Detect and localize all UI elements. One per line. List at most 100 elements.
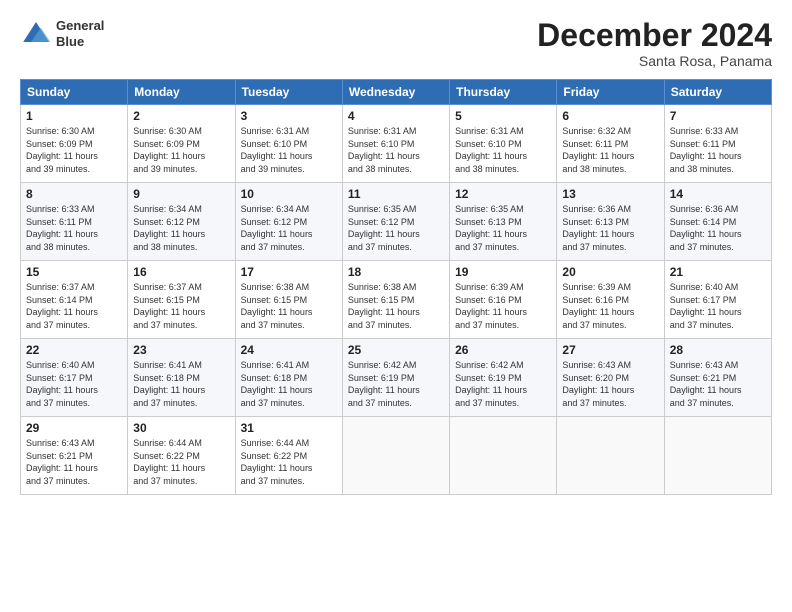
day-cell: 26 Sunrise: 6:42 AM Sunset: 6:19 PM Dayli…	[450, 339, 557, 417]
day-number: 5	[455, 109, 551, 123]
day-number: 28	[670, 343, 766, 357]
logo: General Blue	[20, 18, 104, 50]
day-number: 20	[562, 265, 658, 279]
day-number: 12	[455, 187, 551, 201]
day-info: Sunrise: 6:34 AM Sunset: 6:12 PM Dayligh…	[133, 203, 229, 253]
day-cell: 7 Sunrise: 6:33 AM Sunset: 6:11 PM Daylig…	[664, 105, 771, 183]
day-cell: 2Sunrise: 6:30 AM Sunset: 6:09 PM Daylig…	[128, 105, 235, 183]
day-cell	[450, 417, 557, 495]
logo-icon	[20, 18, 52, 50]
day-cell	[664, 417, 771, 495]
title-block: December 2024 Santa Rosa, Panama	[537, 18, 772, 69]
day-info: Sunrise: 6:41 AM Sunset: 6:18 PM Dayligh…	[241, 359, 337, 409]
day-number: 15	[26, 265, 122, 279]
day-number: 6	[562, 109, 658, 123]
day-cell: 1 Sunrise: 6:30 AM Sunset: 6:09 PM Daylig…	[21, 105, 128, 183]
dow-header-wednesday: Wednesday	[342, 80, 449, 105]
day-cell	[557, 417, 664, 495]
day-cell: 15 Sunrise: 6:37 AM Sunset: 6:14 PM Dayli…	[21, 261, 128, 339]
day-number: 9	[133, 187, 229, 201]
day-info: Sunrise: 6:30 AM Sunset: 6:09 PM Dayligh…	[26, 125, 122, 175]
day-info: Sunrise: 6:36 AM Sunset: 6:13 PM Dayligh…	[562, 203, 658, 253]
day-info: Sunrise: 6:37 AM Sunset: 6:14 PM Dayligh…	[26, 281, 122, 331]
day-info: Sunrise: 6:37 AM Sunset: 6:15 PM Dayligh…	[133, 281, 229, 331]
day-info: Sunrise: 6:42 AM Sunset: 6:19 PM Dayligh…	[348, 359, 444, 409]
day-of-week-row: SundayMondayTuesdayWednesdayThursdayFrid…	[21, 80, 772, 105]
day-cell: 20 Sunrise: 6:39 AM Sunset: 6:16 PM Dayli…	[557, 261, 664, 339]
dow-header-saturday: Saturday	[664, 80, 771, 105]
day-cell: 30 Sunrise: 6:44 AM Sunset: 6:22 PM Dayli…	[128, 417, 235, 495]
day-cell: 25 Sunrise: 6:42 AM Sunset: 6:19 PM Dayli…	[342, 339, 449, 417]
day-number: 30	[133, 421, 229, 435]
day-cell: 13 Sunrise: 6:36 AM Sunset: 6:13 PM Dayli…	[557, 183, 664, 261]
day-number: 19	[455, 265, 551, 279]
day-cell: 16Sunrise: 6:37 AM Sunset: 6:15 PM Dayli…	[128, 261, 235, 339]
calendar: SundayMondayTuesdayWednesdayThursdayFrid…	[20, 79, 772, 495]
week-row-4: 22 Sunrise: 6:40 AM Sunset: 6:17 PM Dayli…	[21, 339, 772, 417]
day-info: Sunrise: 6:38 AM Sunset: 6:15 PM Dayligh…	[348, 281, 444, 331]
day-cell: 3 Sunrise: 6:31 AM Sunset: 6:10 PM Daylig…	[235, 105, 342, 183]
day-cell: 28Sunrise: 6:43 AM Sunset: 6:21 PM Dayli…	[664, 339, 771, 417]
day-number: 31	[241, 421, 337, 435]
day-cell: 4Sunrise: 6:31 AM Sunset: 6:10 PM Daylig…	[342, 105, 449, 183]
day-number: 26	[455, 343, 551, 357]
day-number: 14	[670, 187, 766, 201]
day-number: 22	[26, 343, 122, 357]
day-info: Sunrise: 6:41 AM Sunset: 6:18 PM Dayligh…	[133, 359, 229, 409]
day-number: 29	[26, 421, 122, 435]
day-info: Sunrise: 6:44 AM Sunset: 6:22 PM Dayligh…	[241, 437, 337, 487]
day-number: 27	[562, 343, 658, 357]
day-info: Sunrise: 6:33 AM Sunset: 6:11 PM Dayligh…	[670, 125, 766, 175]
day-number: 3	[241, 109, 337, 123]
day-number: 25	[348, 343, 444, 357]
dow-header-sunday: Sunday	[21, 80, 128, 105]
day-info: Sunrise: 6:42 AM Sunset: 6:19 PM Dayligh…	[455, 359, 551, 409]
calendar-body: 1 Sunrise: 6:30 AM Sunset: 6:09 PM Daylig…	[21, 105, 772, 495]
day-info: Sunrise: 6:31 AM Sunset: 6:10 PM Dayligh…	[455, 125, 551, 175]
day-info: Sunrise: 6:44 AM Sunset: 6:22 PM Dayligh…	[133, 437, 229, 487]
day-number: 17	[241, 265, 337, 279]
day-number: 13	[562, 187, 658, 201]
day-cell: 24 Sunrise: 6:41 AM Sunset: 6:18 PM Dayli…	[235, 339, 342, 417]
location-subtitle: Santa Rosa, Panama	[537, 53, 772, 69]
day-cell: 19Sunrise: 6:39 AM Sunset: 6:16 PM Dayli…	[450, 261, 557, 339]
day-info: Sunrise: 6:31 AM Sunset: 6:10 PM Dayligh…	[348, 125, 444, 175]
day-number: 21	[670, 265, 766, 279]
week-row-1: 1 Sunrise: 6:30 AM Sunset: 6:09 PM Daylig…	[21, 105, 772, 183]
day-info: Sunrise: 6:35 AM Sunset: 6:12 PM Dayligh…	[348, 203, 444, 253]
day-number: 7	[670, 109, 766, 123]
day-info: Sunrise: 6:31 AM Sunset: 6:10 PM Dayligh…	[241, 125, 337, 175]
day-number: 11	[348, 187, 444, 201]
day-number: 10	[241, 187, 337, 201]
day-cell: 31 Sunrise: 6:44 AM Sunset: 6:22 PM Dayli…	[235, 417, 342, 495]
day-info: Sunrise: 6:40 AM Sunset: 6:17 PM Dayligh…	[26, 359, 122, 409]
dow-header-tuesday: Tuesday	[235, 80, 342, 105]
day-cell: 12 Sunrise: 6:35 AM Sunset: 6:13 PM Dayli…	[450, 183, 557, 261]
day-cell: 9 Sunrise: 6:34 AM Sunset: 6:12 PM Daylig…	[128, 183, 235, 261]
day-cell: 14 Sunrise: 6:36 AM Sunset: 6:14 PM Dayli…	[664, 183, 771, 261]
week-row-3: 15 Sunrise: 6:37 AM Sunset: 6:14 PM Dayli…	[21, 261, 772, 339]
day-info: Sunrise: 6:35 AM Sunset: 6:13 PM Dayligh…	[455, 203, 551, 253]
day-info: Sunrise: 6:36 AM Sunset: 6:14 PM Dayligh…	[670, 203, 766, 253]
day-info: Sunrise: 6:34 AM Sunset: 6:12 PM Dayligh…	[241, 203, 337, 253]
day-number: 18	[348, 265, 444, 279]
day-cell: 29 Sunrise: 6:43 AM Sunset: 6:21 PM Dayli…	[21, 417, 128, 495]
day-info: Sunrise: 6:38 AM Sunset: 6:15 PM Dayligh…	[241, 281, 337, 331]
day-info: Sunrise: 6:43 AM Sunset: 6:21 PM Dayligh…	[26, 437, 122, 487]
day-cell	[342, 417, 449, 495]
day-cell: 17 Sunrise: 6:38 AM Sunset: 6:15 PM Dayli…	[235, 261, 342, 339]
day-cell: 5 Sunrise: 6:31 AM Sunset: 6:10 PM Daylig…	[450, 105, 557, 183]
day-number: 2	[133, 109, 229, 123]
dow-header-friday: Friday	[557, 80, 664, 105]
day-cell: 23 Sunrise: 6:41 AM Sunset: 6:18 PM Dayli…	[128, 339, 235, 417]
day-cell: 8Sunrise: 6:33 AM Sunset: 6:11 PM Daylig…	[21, 183, 128, 261]
day-info: Sunrise: 6:43 AM Sunset: 6:20 PM Dayligh…	[562, 359, 658, 409]
dow-header-thursday: Thursday	[450, 80, 557, 105]
page: General Blue December 2024 Santa Rosa, P…	[0, 0, 792, 612]
day-number: 1	[26, 109, 122, 123]
day-number: 24	[241, 343, 337, 357]
day-number: 23	[133, 343, 229, 357]
header: General Blue December 2024 Santa Rosa, P…	[20, 18, 772, 69]
day-cell: 11 Sunrise: 6:35 AM Sunset: 6:12 PM Dayli…	[342, 183, 449, 261]
day-info: Sunrise: 6:39 AM Sunset: 6:16 PM Dayligh…	[562, 281, 658, 331]
